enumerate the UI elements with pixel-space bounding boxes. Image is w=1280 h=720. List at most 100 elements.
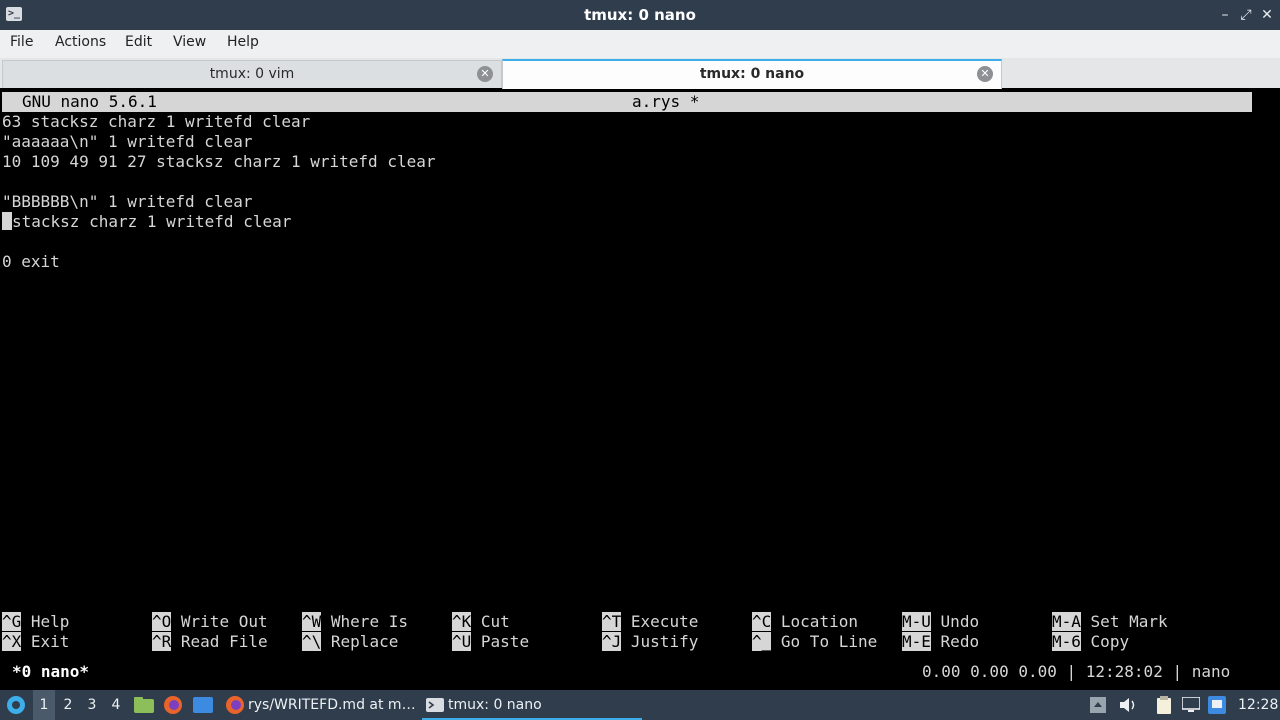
shortcut-cut[interactable]: ^K Cut: [452, 612, 510, 632]
menu-file[interactable]: File: [10, 34, 33, 50]
shortcut-read-file[interactable]: ^R Read File: [152, 632, 268, 652]
shortcut-paste[interactable]: ^U Paste: [452, 632, 529, 652]
shortcut-label: Where Is: [330, 612, 408, 631]
shortcut-label: Copy: [1090, 632, 1130, 651]
tab-close-icon[interactable]: ✕: [977, 66, 993, 82]
shortcut-key: ^O: [152, 612, 172, 631]
shortcut-label: Read File: [180, 632, 268, 651]
nano-header: GNU nano 5.6.1 a.rys *: [2, 92, 1252, 112]
shortcut-execute[interactable]: ^T Execute: [602, 612, 698, 632]
menu-help[interactable]: Help: [227, 34, 259, 50]
tab-label: tmux: 0 vim: [209, 66, 295, 82]
shortcut-label: Paste: [480, 632, 530, 651]
file-manager-icon[interactable]: [134, 690, 156, 720]
menu-view[interactable]: View: [173, 34, 206, 50]
terminal-area[interactable]: GNU nano 5.6.1 a.rys * 63 stacksz charz …: [0, 90, 1280, 690]
shortcut-location[interactable]: ^C Location: [752, 612, 858, 632]
task-label: rys/WRITEFD.md at m…: [248, 697, 416, 713]
workspace-3[interactable]: 3: [81, 690, 103, 720]
workspace-1[interactable]: 1: [33, 690, 55, 720]
firefox-icon: [226, 696, 244, 714]
tray-up-arrow-icon[interactable]: [1090, 690, 1108, 720]
shortcut-label: Undo: [940, 612, 980, 631]
shortcut-redo[interactable]: M-E Redo: [902, 632, 979, 652]
network-icon[interactable]: [1208, 690, 1228, 720]
terminal-icon: [426, 698, 444, 712]
shortcut-key: ^C: [752, 612, 772, 631]
shortcut-key: M-U: [902, 612, 931, 631]
shortcut-label: Redo: [940, 632, 980, 651]
shortcut-key: ^R: [152, 632, 172, 651]
close-button[interactable]: ✕: [1258, 5, 1276, 25]
tmux-status-right: 0.00 0.00 0.00 | 12:28:02 | nano: [922, 662, 1231, 681]
shortcut-exit[interactable]: ^X Exit: [2, 632, 69, 652]
maximize-button[interactable]: ⤢: [1237, 5, 1255, 25]
tmux-status-bar: *0 nano* 0.00 0.00 0.00 | 12:28:02 | nan…: [0, 662, 1280, 682]
nano-version: GNU nano 5.6.1: [22, 92, 157, 111]
shortcut-label: Justify: [630, 632, 699, 651]
menu-bar: File Actions Edit View Help: [0, 30, 1280, 59]
shortcut-where-is[interactable]: ^W Where Is: [302, 612, 408, 632]
shortcut-replace[interactable]: ^\ Replace: [302, 632, 398, 652]
shortcut-label: Set Mark: [1090, 612, 1168, 631]
shortcut-label: Write Out: [180, 612, 268, 631]
shortcut-key: ^W: [302, 612, 322, 631]
shortcut-key: ^J: [602, 632, 622, 651]
shortcut-key: ^G: [2, 612, 22, 631]
menu-actions[interactable]: Actions: [55, 34, 106, 50]
editor-line[interactable]: 0 exit: [2, 252, 60, 272]
editor-line[interactable]: 63 stacksz charz 1 writefd clear: [2, 112, 310, 132]
editor-line-current[interactable]: stacksz charz 1 writefd clear: [2, 212, 291, 232]
tmux-session-label: *0 nano*: [12, 662, 90, 681]
shortcut-label: Help: [30, 612, 70, 631]
volume-icon[interactable]: [1118, 690, 1140, 720]
shortcut-key: ^U: [452, 632, 472, 651]
start-menu-icon[interactable]: [4, 690, 28, 720]
shortcut-undo[interactable]: M-U Undo: [902, 612, 979, 632]
minimize-button[interactable]: –: [1216, 5, 1234, 25]
shortcut-help[interactable]: ^G Help: [2, 612, 69, 632]
display-icon[interactable]: [1182, 690, 1202, 720]
shortcut-key: ^_: [752, 632, 772, 651]
tab-close-icon[interactable]: ✕: [477, 66, 493, 82]
task-firefox[interactable]: rys/WRITEFD.md at m…: [222, 690, 440, 720]
clipboard-icon[interactable]: [1156, 690, 1176, 720]
workspace-4[interactable]: 4: [105, 690, 127, 720]
shortcut-key: M-6: [1052, 632, 1081, 651]
shortcut-copy[interactable]: M-6 Copy: [1052, 632, 1129, 652]
text-cursor: [2, 212, 12, 230]
workspace-2[interactable]: 2: [57, 690, 79, 720]
shortcut-label: Go To Line: [780, 632, 878, 651]
editor-line-text: stacksz charz 1 writefd clear: [12, 212, 292, 231]
tab-label: tmux: 0 nano: [699, 66, 805, 82]
firefox-launcher-icon[interactable]: [163, 690, 185, 720]
editor-line[interactable]: "aaaaaa\n" 1 writefd clear: [2, 132, 252, 152]
shortcut-label: Exit: [30, 632, 70, 651]
shortcut-label: Location: [780, 612, 858, 631]
shortcut-key: ^T: [602, 612, 622, 631]
shortcut-write-out[interactable]: ^O Write Out: [152, 612, 268, 632]
tab-tmux-vim[interactable]: tmux: 0 vim ✕: [2, 60, 502, 88]
desktop-icon[interactable]: [193, 690, 215, 720]
taskbar: 1 2 3 4 rys/WRITEFD.md at m… tmux: 0 nan…: [0, 690, 1280, 720]
editor-line[interactable]: "BBBBBB\n" 1 writefd clear: [2, 192, 252, 212]
shortcut-label: Cut: [480, 612, 510, 631]
shortcut-go-to-line[interactable]: ^_ Go To Line: [752, 632, 877, 652]
shortcut-label: Replace: [330, 632, 399, 651]
tab-bar: tmux: 0 vim ✕ tmux: 0 nano ✕: [0, 58, 1280, 89]
clock[interactable]: 12:28: [1238, 690, 1278, 720]
shortcut-set-mark[interactable]: M-A Set Mark: [1052, 612, 1168, 632]
task-label: tmux: 0 nano: [448, 697, 542, 713]
shortcut-justify[interactable]: ^J Justify: [602, 632, 698, 652]
shortcut-label: Execute: [630, 612, 699, 631]
tab-tmux-nano[interactable]: tmux: 0 nano ✕: [502, 59, 1002, 89]
shortcut-key: ^\: [302, 632, 322, 651]
window-title: tmux: 0 nano: [584, 6, 696, 24]
window-titlebar[interactable]: >_ tmux: 0 nano – ⤢ ✕: [0, 0, 1280, 30]
shortcut-key: M-E: [902, 632, 931, 651]
shortcut-key: ^X: [2, 632, 22, 651]
menu-edit[interactable]: Edit: [125, 34, 152, 50]
nano-filename: a.rys *: [632, 92, 700, 111]
editor-line[interactable]: 10 109 49 91 27 stacksz charz 1 writefd …: [2, 152, 435, 172]
task-terminal[interactable]: tmux: 0 nano: [422, 690, 642, 720]
